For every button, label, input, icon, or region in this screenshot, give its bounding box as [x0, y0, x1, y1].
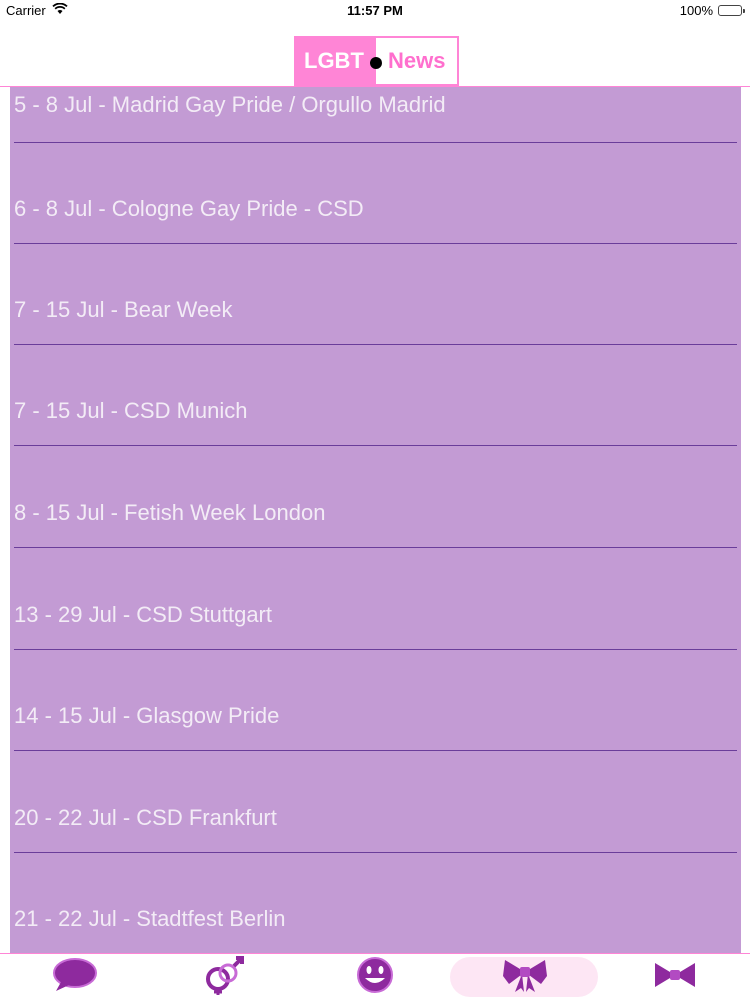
gender-symbols-icon: [202, 955, 248, 1000]
event-label: 6 - 8 Jul - Cologne Gay Pride - CSD: [14, 196, 364, 221]
tab-gender[interactable]: [150, 954, 300, 1000]
app-logo: LGBT News: [294, 36, 459, 86]
smiley-icon: [355, 955, 395, 1000]
row-divider: [14, 547, 737, 548]
status-bar: Carrier 11:57 PM 100%: [0, 0, 750, 22]
tab-fun[interactable]: [300, 954, 450, 1000]
event-list[interactable]: 5 - 8 Jul - Madrid Gay Pride / Orgullo M…: [10, 87, 741, 953]
list-item[interactable]: 20 - 22 Jul - CSD Frankfurt: [10, 752, 741, 853]
list-item[interactable]: 7 - 15 Jul - Bear Week: [10, 244, 741, 345]
list-item[interactable]: 8 - 15 Jul - Fetish Week London: [10, 447, 741, 548]
event-label: 7 - 15 Jul - Bear Week: [14, 297, 233, 322]
list-item[interactable]: 13 - 29 Jul - CSD Stuttgart: [10, 549, 741, 650]
event-label: 20 - 22 Jul - CSD Frankfurt: [14, 805, 277, 830]
row-divider: [14, 750, 737, 751]
logo-text-lgbt: LGBT: [296, 38, 376, 84]
nav-header: LGBT News: [0, 22, 750, 86]
tab-bar: [0, 954, 750, 1000]
speech-bubble-icon: [51, 957, 99, 998]
battery-percent: 100%: [679, 3, 713, 18]
event-label: 5 - 8 Jul - Madrid Gay Pride / Orgullo M…: [14, 92, 446, 117]
bow-tie-icon: [501, 956, 549, 999]
event-label: 14 - 15 Jul - Glasgow Pride: [14, 703, 280, 728]
event-label: 13 - 29 Jul - CSD Stuttgart: [14, 602, 272, 627]
list-item[interactable]: 7 - 15 Jul - CSD Munich: [10, 345, 741, 446]
event-label: 21 - 22 Jul - Stadtfest Berlin: [14, 906, 286, 931]
tab-events[interactable]: [450, 954, 600, 1000]
tab-chat[interactable]: [0, 954, 150, 1000]
event-label: 8 - 15 Jul - Fetish Week London: [14, 500, 326, 525]
logo-text-news: News: [376, 38, 457, 84]
battery-icon: [718, 5, 745, 16]
list-item[interactable]: 14 - 15 Jul - Glasgow Pride: [10, 650, 741, 751]
row-divider: [14, 445, 737, 446]
status-time: 11:57 PM: [347, 3, 403, 18]
event-label: 7 - 15 Jul - CSD Munich: [14, 398, 248, 423]
bow-tie-outline-icon: [652, 958, 698, 997]
logo-dot: [370, 57, 382, 69]
list-item[interactable]: 6 - 8 Jul - Cologne Gay Pride - CSD: [10, 143, 741, 244]
tab-more[interactable]: [600, 954, 750, 1000]
list-item[interactable]: 21 - 22 Jul - Stadtfest Berlin: [10, 853, 741, 953]
